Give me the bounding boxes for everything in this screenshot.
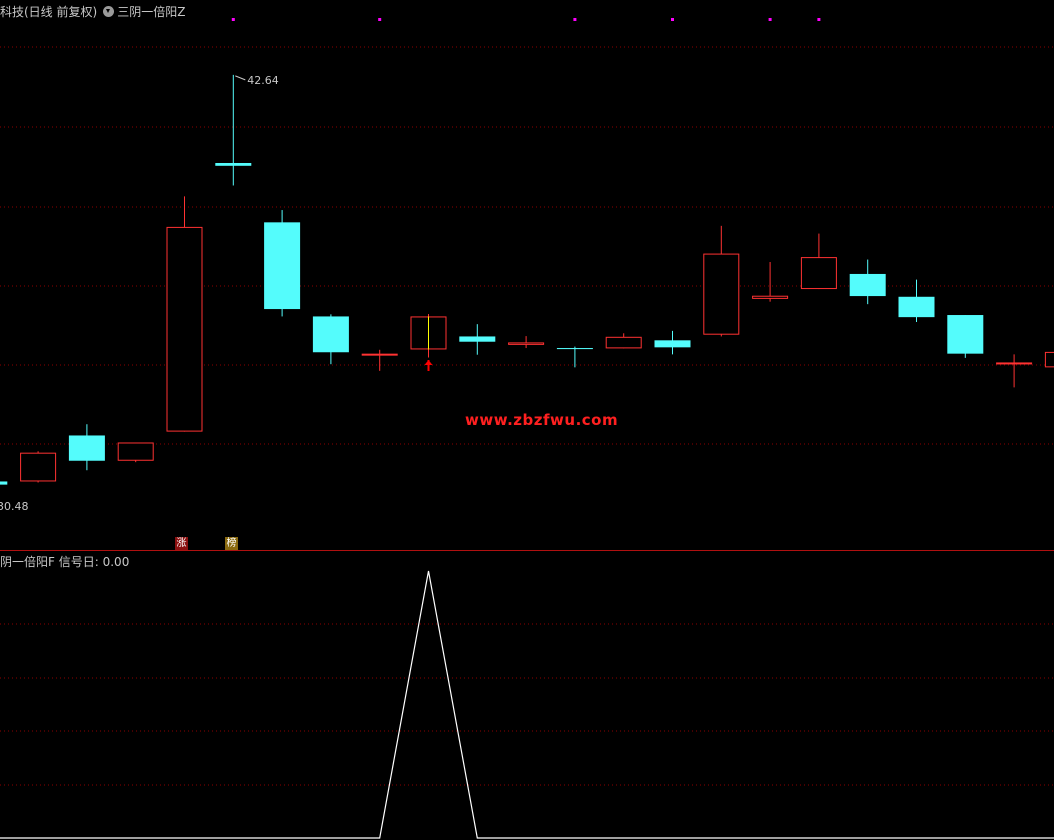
candle-body — [166, 226, 203, 432]
candle-body — [947, 315, 984, 354]
candle-body — [20, 452, 57, 482]
candle-body — [556, 348, 593, 350]
high-pointer — [235, 75, 246, 81]
sub-panel-title: 阴一倍阳F 信号日: 0.00 — [0, 553, 129, 570]
watermark: www.zbzfwu.com — [465, 411, 619, 429]
candle-body — [312, 316, 349, 353]
signal-line — [0, 570, 1054, 839]
low-price-label: 30.48 — [0, 500, 29, 513]
signal-arrow-head — [424, 360, 433, 365]
candle-body — [117, 442, 154, 461]
candle-body — [752, 295, 789, 299]
candle-body — [898, 296, 935, 318]
candle-body — [703, 253, 740, 335]
rank-badge[interactable]: 榜 — [225, 537, 238, 550]
rise-badge[interactable]: 涨 — [175, 537, 188, 550]
signal-value: 0.00 — [102, 555, 130, 569]
candle-body — [0, 481, 8, 485]
candle-body — [1044, 351, 1054, 368]
candle-body — [361, 353, 398, 356]
candle-body — [215, 163, 252, 166]
candle-body — [508, 342, 545, 345]
candle-body — [68, 435, 105, 461]
signal-label: 信号日: — [58, 555, 99, 569]
top-marker — [231, 18, 235, 21]
candle-body — [800, 257, 837, 290]
top-marker — [378, 18, 382, 21]
candle-body — [264, 222, 301, 310]
candle-body — [996, 362, 1033, 365]
high-price-label: 42.64 — [247, 74, 278, 87]
candle-body — [849, 273, 886, 297]
sub-indicator-name: 阴一倍阳F — [0, 555, 55, 569]
candle-body — [459, 336, 496, 342]
candle-body — [605, 336, 642, 349]
top-marker — [817, 18, 821, 21]
top-marker — [671, 18, 674, 21]
top-marker — [573, 18, 577, 21]
top-marker — [768, 18, 772, 21]
candle-body — [654, 340, 691, 348]
